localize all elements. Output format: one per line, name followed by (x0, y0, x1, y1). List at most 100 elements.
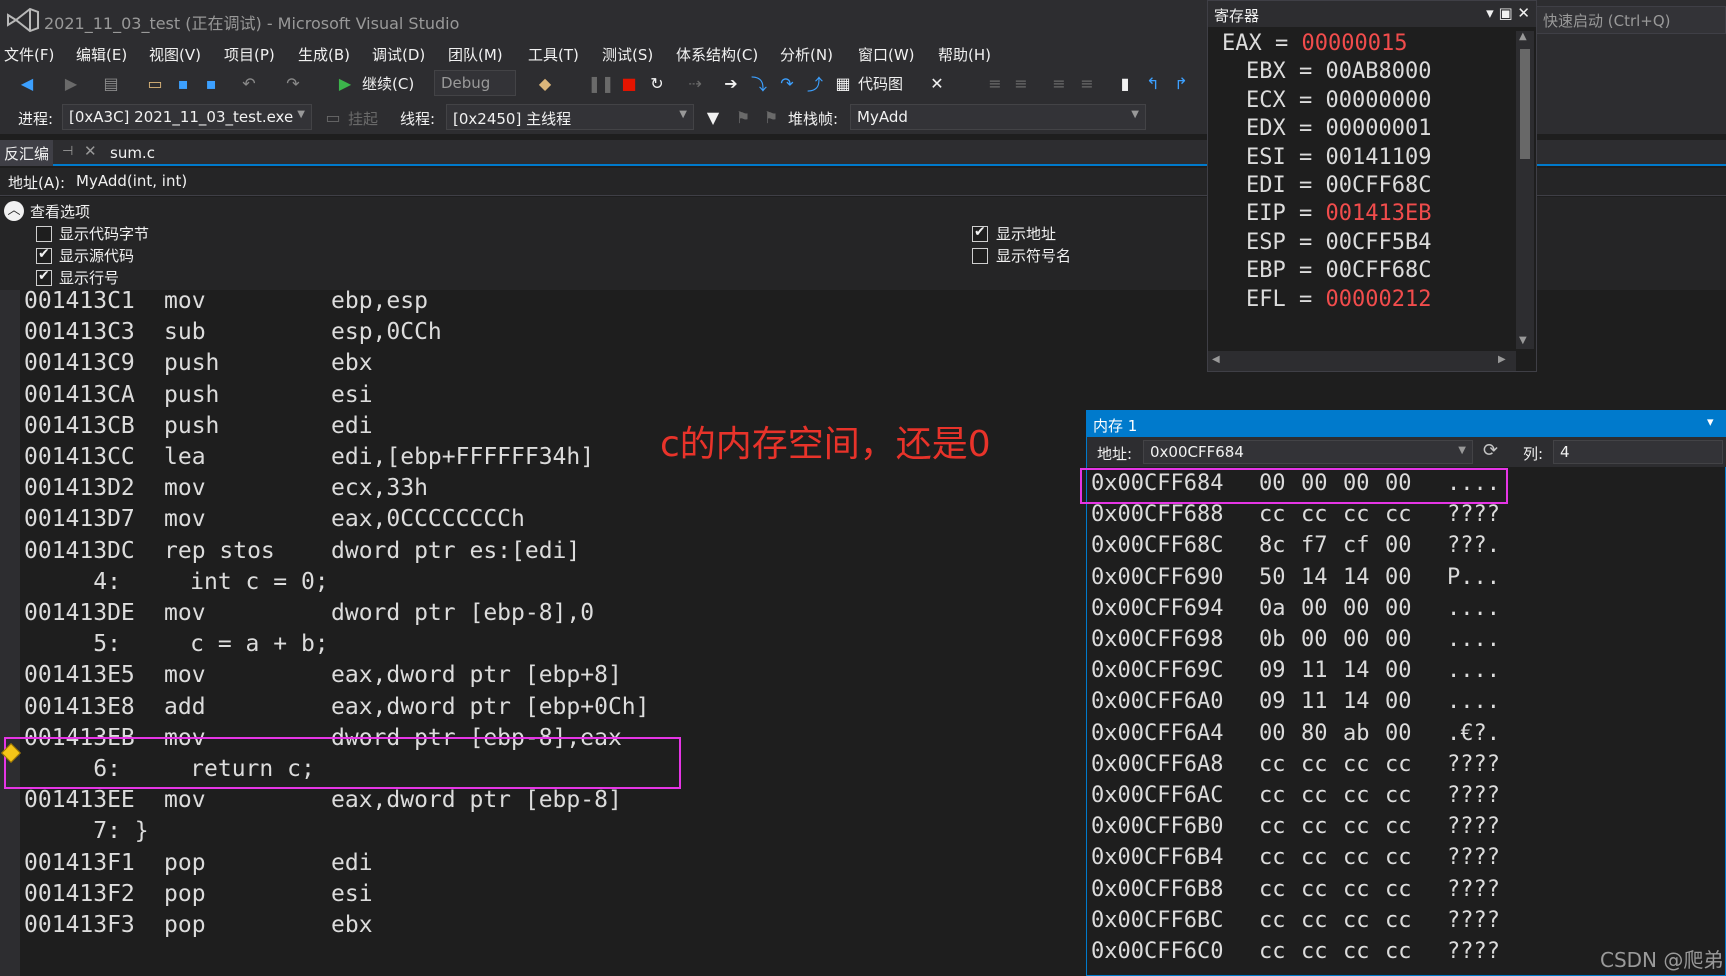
attach-icon[interactable]: ◆ (534, 72, 556, 94)
memory-byte[interactable]: 09 (1259, 689, 1286, 714)
menu-help[interactable]: 帮助(H) (938, 42, 991, 65)
memory-byte[interactable]: 00 (1385, 689, 1412, 714)
memory-byte[interactable]: 14 (1301, 565, 1328, 590)
menu-file[interactable]: 文件(F) (4, 42, 54, 65)
menu-test[interactable]: 测试(S) (602, 42, 653, 65)
close-icon[interactable]: ✕ (1517, 4, 1530, 22)
address-input[interactable]: MyAdd(int, int) (76, 172, 187, 190)
menu-project[interactable]: 项目(P) (224, 42, 275, 65)
restart-icon[interactable]: ↻ (646, 72, 668, 94)
menu-analyze[interactable]: 分析(N) (780, 42, 833, 65)
memory-byte[interactable]: cc (1259, 783, 1286, 808)
memory-byte[interactable]: 00 (1385, 721, 1412, 746)
memory-byte[interactable]: 00 (1301, 627, 1328, 652)
columns-input[interactable]: 4 (1553, 440, 1723, 464)
memory-byte[interactable]: 50 (1259, 565, 1286, 590)
memory-byte[interactable]: cc (1385, 939, 1412, 964)
show-source-code-checkbox[interactable] (36, 246, 52, 264)
memory-byte[interactable]: cc (1343, 783, 1370, 808)
continue-button[interactable]: 继续(C) (362, 73, 414, 94)
memory-byte[interactable]: cc (1301, 939, 1328, 964)
memory-byte[interactable]: cc (1385, 908, 1412, 933)
memory-byte[interactable]: cc (1343, 845, 1370, 870)
dropdown-icon[interactable]: ▾ (1707, 415, 1714, 430)
step-into-icon[interactable]: ⤵ (748, 72, 770, 94)
menu-view[interactable]: 视图(V) (149, 42, 201, 65)
memory-byte[interactable]: 8c (1259, 533, 1286, 558)
memory-byte[interactable]: 00 (1385, 565, 1412, 590)
memory-byte[interactable]: 0b (1259, 627, 1286, 652)
prev-bookmark-icon[interactable]: ↰ (1142, 72, 1164, 94)
step-over-arrow-icon[interactable]: ➔ (720, 72, 742, 94)
break-all-icon[interactable]: ❚❚ (588, 72, 615, 94)
memory-byte[interactable]: 00 (1343, 596, 1370, 621)
menu-debug[interactable]: 调试(D) (372, 42, 425, 65)
show-symbol-names-checkbox[interactable] (972, 248, 988, 264)
undo-icon[interactable]: ↶ (238, 72, 260, 94)
save-all-icon[interactable]: ▪ (200, 72, 222, 94)
vertical-scrollbar[interactable]: ▲ ▼ (1516, 31, 1534, 349)
scroll-up-icon[interactable]: ▲ (1519, 31, 1527, 42)
redo-icon[interactable]: ↷ (282, 72, 304, 94)
show-line-numbers-checkbox[interactable] (36, 268, 52, 286)
memory-byte[interactable]: cc (1343, 502, 1370, 527)
uncomment-icon[interactable]: ≡ (1076, 72, 1098, 94)
scroll-thumb[interactable] (1520, 49, 1530, 159)
memory-byte[interactable]: cc (1301, 814, 1328, 839)
memory-byte[interactable]: 00 (1385, 596, 1412, 621)
disassembly-code-view[interactable]: 001413C1 mov ebp,esp 001413C3 sub esp,0CCh 001… (0, 290, 1090, 976)
solution-config-select[interactable]: Debug (434, 70, 516, 96)
code-map-icon[interactable]: ▦ (832, 72, 854, 94)
step-over-icon[interactable]: ↷ (776, 72, 798, 94)
register-value[interactable]: 00CFF5B4 (1326, 230, 1432, 255)
memory-byte[interactable]: cc (1259, 814, 1286, 839)
horizontal-scrollbar[interactable]: ◀ ▶ (1208, 351, 1516, 371)
format-icon[interactable]: ≡ (984, 72, 1006, 94)
register-value[interactable]: 00000000 (1326, 88, 1432, 113)
register-value[interactable]: 00000212 (1326, 287, 1432, 312)
menu-tools[interactable]: 工具(T) (528, 42, 579, 65)
memory-byte[interactable]: cc (1259, 845, 1286, 870)
register-value[interactable]: 00000001 (1326, 116, 1432, 141)
register-value[interactable]: 00000015 (1302, 31, 1408, 56)
memory-byte[interactable]: cc (1385, 845, 1412, 870)
code-map-button[interactable]: 代码图 (858, 73, 903, 94)
memory-byte[interactable]: cc (1343, 752, 1370, 777)
memory-byte[interactable]: 14 (1343, 565, 1370, 590)
memory-byte[interactable]: 14 (1343, 689, 1370, 714)
memory-byte[interactable]: cc (1259, 939, 1286, 964)
scroll-right-icon[interactable]: ▶ (1498, 354, 1506, 365)
memory-byte[interactable]: cc (1343, 814, 1370, 839)
next-bookmark-icon[interactable]: ↱ (1170, 72, 1192, 94)
collapse-icon[interactable]: ︿ (4, 201, 24, 221)
step-out-icon[interactable]: ⤴ (804, 72, 826, 94)
memory-byte[interactable]: cc (1259, 908, 1286, 933)
register-value[interactable]: 00CFF68C (1326, 173, 1432, 198)
register-value[interactable]: 00141109 (1326, 145, 1432, 170)
memory-byte[interactable]: 11 (1301, 658, 1328, 683)
close-icon[interactable]: ✕ (84, 142, 97, 160)
filter-icon[interactable]: ▼ (702, 106, 724, 128)
memory-byte[interactable]: 09 (1259, 658, 1286, 683)
show-flagged-icon[interactable]: ⚑ (760, 106, 782, 128)
memory-byte[interactable]: cc (1259, 752, 1286, 777)
scroll-left-icon[interactable]: ◀ (1212, 354, 1220, 365)
tab-disassembly[interactable]: 反汇编 (0, 140, 54, 166)
refresh-icon[interactable]: ⟳ (1483, 440, 1498, 461)
memory-byte[interactable]: 00 (1385, 533, 1412, 558)
comment-icon[interactable]: ≡ (1048, 72, 1070, 94)
memory-byte[interactable]: cc (1385, 783, 1412, 808)
memory-byte[interactable]: cc (1343, 877, 1370, 902)
memory-byte[interactable]: cc (1301, 845, 1328, 870)
maximize-icon[interactable]: ▣ (1498, 4, 1512, 22)
memory-byte[interactable]: 00 (1343, 627, 1370, 652)
memory-byte[interactable]: 00 (1385, 658, 1412, 683)
memory-byte[interactable]: f7 (1301, 533, 1328, 558)
continue-icon[interactable]: ▶ (334, 72, 356, 94)
dropdown-icon[interactable]: ▾ (1486, 4, 1494, 22)
show-code-bytes-checkbox[interactable] (36, 226, 52, 242)
pin-icon[interactable]: ⊣ (62, 144, 73, 159)
thread-select[interactable]: [0x2450] 主线程 ▼ (446, 104, 694, 130)
memory-byte[interactable]: cc (1301, 783, 1328, 808)
memory-byte[interactable]: cc (1301, 908, 1328, 933)
